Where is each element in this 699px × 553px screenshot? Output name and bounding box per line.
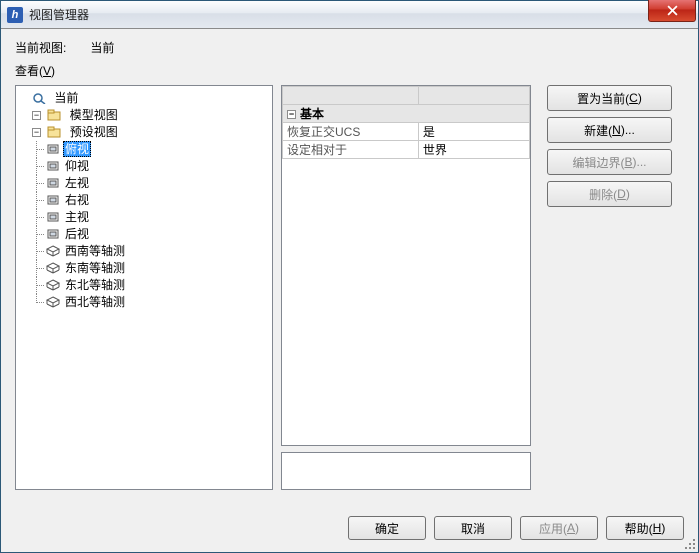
menu-line: 查看(V) xyxy=(15,62,684,79)
expander-icon[interactable]: − xyxy=(32,111,41,120)
close-button[interactable] xyxy=(648,0,696,22)
tree-node-preset-item[interactable]: 左视 xyxy=(63,176,91,190)
tree-node-preset-item[interactable]: 俯视 xyxy=(63,141,91,157)
main-area: 当前 − 模型视图 − 预设视图 俯视仰视左视右视主视后视西南等轴测东南等轴测东… xyxy=(15,85,684,490)
expander-icon[interactable]: − xyxy=(32,128,41,137)
iso-view-icon xyxy=(46,279,60,291)
property-value[interactable]: 世界 xyxy=(418,141,529,159)
tree-node-current[interactable]: 当前 xyxy=(52,91,80,105)
property-key: 恢复正交UCS xyxy=(283,123,419,141)
ok-button[interactable]: 确定 xyxy=(348,516,426,540)
new-button[interactable]: 新建(N)... xyxy=(547,117,672,143)
resize-grip[interactable] xyxy=(681,535,695,549)
tree-node-preset-item[interactable]: 仰视 xyxy=(63,159,91,173)
ortho-view-icon xyxy=(46,211,60,223)
delete-button: 删除(D) xyxy=(547,181,672,207)
ortho-view-icon xyxy=(46,177,60,189)
property-value[interactable]: 是 xyxy=(418,123,529,141)
tree-node-preset-item[interactable]: 东北等轴测 xyxy=(63,278,127,292)
apply-button: 应用(A) xyxy=(520,516,598,540)
ortho-view-icon xyxy=(46,228,60,240)
dialog-window: h 视图管理器 当前视图: 当前 查看(V) 当前 xyxy=(0,0,699,553)
current-view-line: 当前视图: 当前 xyxy=(15,39,684,56)
current-view-value: 当前 xyxy=(90,39,114,56)
cancel-button[interactable]: 取消 xyxy=(434,516,512,540)
lens-icon xyxy=(32,92,46,104)
iso-view-icon xyxy=(46,296,60,308)
close-icon xyxy=(667,5,678,16)
tree-node-model[interactable]: 模型视图 xyxy=(68,108,120,122)
dialog-body: 当前视图: 当前 查看(V) 当前 − 模型视图 xyxy=(1,29,698,552)
tree-node-preset-item[interactable]: 后视 xyxy=(63,227,91,241)
help-button[interactable]: 帮助(H) xyxy=(606,516,684,540)
folder-icon xyxy=(47,109,61,121)
tree-node-preset-item[interactable]: 东南等轴测 xyxy=(63,261,127,275)
tree-node-preset[interactable]: 预设视图 xyxy=(68,125,120,139)
property-description xyxy=(281,452,531,490)
views-tree[interactable]: 当前 − 模型视图 − 预设视图 俯视仰视左视右视主视后视西南等轴测东南等轴测东… xyxy=(15,85,273,490)
ortho-view-icon xyxy=(46,143,60,155)
ortho-view-icon xyxy=(46,194,60,206)
titlebar: h 视图管理器 xyxy=(1,1,698,29)
set-current-button[interactable]: 置为当前(C) xyxy=(547,85,672,111)
property-key: 设定相对于 xyxy=(283,141,419,159)
window-title: 视图管理器 xyxy=(29,6,89,23)
iso-view-icon xyxy=(46,262,60,274)
folder-icon xyxy=(47,126,61,138)
property-category: 基本 xyxy=(300,107,324,121)
collapse-icon[interactable]: − xyxy=(287,110,296,119)
tree-node-preset-item[interactable]: 主视 xyxy=(63,210,91,224)
tree-node-preset-item[interactable]: 右视 xyxy=(63,193,91,207)
view-menu[interactable]: 查看(V) xyxy=(15,64,55,78)
app-icon: h xyxy=(7,7,23,23)
property-table[interactable]: −基本 恢复正交UCS是设定相对于世界 xyxy=(281,85,531,446)
side-buttons: 置为当前(C) 新建(N)... 编辑边界(B)... 删除(D) xyxy=(539,85,684,490)
current-view-label: 当前视图: xyxy=(15,39,66,56)
ortho-view-icon xyxy=(46,160,60,172)
tree-node-preset-item[interactable]: 西南等轴测 xyxy=(63,244,127,258)
iso-view-icon xyxy=(46,245,60,257)
edit-boundaries-button: 编辑边界(B)... xyxy=(547,149,672,175)
property-pane: −基本 恢复正交UCS是设定相对于世界 xyxy=(281,85,531,490)
footer-buttons: 确定 取消 应用(A) 帮助(H) xyxy=(348,516,684,540)
tree-node-preset-item[interactable]: 西北等轴测 xyxy=(63,295,127,309)
